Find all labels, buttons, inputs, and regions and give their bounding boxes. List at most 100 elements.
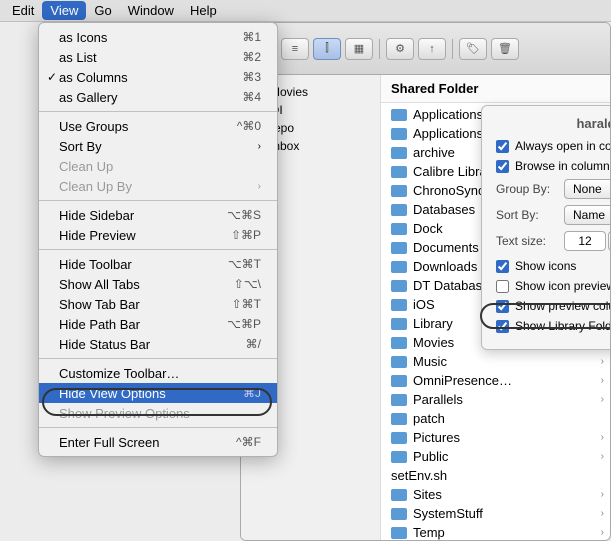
text-size-unit-select[interactable]: ▼ [608,231,610,251]
menu-item-sort-by[interactable]: Sort By › [39,136,277,156]
menu-item-label: Hide Sidebar [59,208,227,223]
folder-icon [391,508,407,520]
folder-icon [391,280,407,292]
menu-item-clean-up[interactable]: Clean Up [39,156,277,176]
menu-item-show-preview-options[interactable]: Show Preview Options [39,403,277,423]
menu-item-show-all-tabs[interactable]: Show All Tabs ⇧⌥\ [39,274,277,294]
browse-checkbox[interactable] [496,160,509,173]
always-open-checkbox[interactable] [496,140,509,153]
menu-help[interactable]: Help [182,1,225,20]
arrow-right-icon: › [601,451,604,462]
toolbar-tag-btn[interactable]: 🏷 [459,38,487,60]
menu-item-use-groups[interactable]: Use Groups ^⌘0 [39,116,277,136]
sort-by-select[interactable]: Name Kind Date Modified [564,205,610,225]
show-library-folder-checkbox[interactable] [496,320,509,333]
menu-item-label: as Gallery [59,90,242,105]
toolbar-list-btn[interactable]: ≡ [281,38,309,60]
shortcut-label: ⌘J [243,386,261,400]
col-item-label: Sites [413,487,442,502]
menu-item-hide-path-bar[interactable]: Hide Path Bar ⌥⌘P [39,314,277,334]
shortcut-label: ⌘/ [246,337,261,351]
menu-item-label: as Icons [59,30,242,45]
toolbar-sep-1 [379,39,380,59]
show-icon-preview-label: Show icon preview [515,279,610,293]
toolbar-column-btn[interactable]: ⫿ [313,38,341,60]
col-item-label: Temp [413,525,445,540]
folder-icon [391,223,407,235]
menu-item-enter-full-screen[interactable]: Enter Full Screen ^⌘F [39,432,277,452]
menu-item-label: Customize Toolbar… [59,366,261,381]
menu-item-as-list[interactable]: as List ⌘2 [39,47,277,67]
menu-item-label: Hide Preview [59,228,231,243]
show-icons-checkbox[interactable] [496,260,509,273]
menu-item-label: Hide Toolbar [59,257,228,272]
folder-icon [391,147,407,159]
menu-window[interactable]: Window [120,1,182,20]
menu-item-customize-toolbar[interactable]: Customize Toolbar… [39,363,277,383]
show-preview-column-checkbox[interactable] [496,300,509,313]
menu-item-show-tab-bar[interactable]: Show Tab Bar ⇧⌘T [39,294,277,314]
menu-item-label: Hide Status Bar [59,337,246,352]
shortcut-label: ⌥⌘S [227,208,261,222]
column-view-options-panel: harald Always open in column view Browse… [481,105,610,350]
col-item-label: iOS [413,297,435,312]
arrow-right-icon: › [601,489,604,500]
table-row[interactable]: Parallels › [381,390,610,409]
view-menu-dropdown: as Icons ⌘1 as List ⌘2 ✓ as Columns ⌘3 a… [38,22,278,457]
arrow-right-icon: › [601,508,604,519]
menu-edit[interactable]: Edit [4,1,42,20]
col-item-label: archive [413,145,455,160]
menu-item-hide-sidebar[interactable]: Hide Sidebar ⌥⌘S [39,205,277,225]
menu-separator [39,358,277,359]
menu-item-label: Clean Up [59,159,261,174]
show-icons-label: Show icons [515,259,576,273]
show-preview-column-label: Show preview column [515,299,610,313]
table-row[interactable]: OmniPresence… › [381,371,610,390]
menu-separator [39,111,277,112]
table-row[interactable]: Pictures › [381,428,610,447]
menu-item-label: Clean Up By [59,179,258,194]
menu-item-label: Hide View Options [59,386,243,401]
table-row[interactable]: Music › [381,352,610,371]
menu-item-label: Enter Full Screen [59,435,236,450]
always-open-label: Always open in column view [515,139,610,153]
folder-icon [391,128,407,140]
folder-icon [391,318,407,330]
show-icon-preview-checkbox[interactable] [496,280,509,293]
col-item-label: Downloads [413,259,477,274]
menu-item-clean-up-by[interactable]: Clean Up By › [39,176,277,196]
menu-item-as-gallery[interactable]: as Gallery ⌘4 [39,87,277,107]
menu-item-hide-preview[interactable]: Hide Preview ⇧⌘P [39,225,277,245]
arrow-right-icon: › [601,375,604,386]
menu-item-hide-toolbar[interactable]: Hide Toolbar ⌥⌘T [39,254,277,274]
folder-icon [391,299,407,311]
text-size-label: Text size: [496,234,556,248]
text-size-row: Text size: 12 ▼ [496,231,610,251]
shortcut-label: ⌘1 [242,30,261,44]
menu-item-hide-status-bar[interactable]: Hide Status Bar ⌘/ [39,334,277,354]
folder-icon [391,394,407,406]
folder-icon [391,109,407,121]
menu-view[interactable]: View [42,1,86,20]
table-row[interactable]: patch [381,409,610,428]
group-by-select[interactable]: None Kind Date Modified [564,179,610,199]
col-item-label: SystemStuff [413,506,483,521]
table-row[interactable]: Sites › [381,485,610,504]
menu-go[interactable]: Go [86,1,119,20]
toolbar-view-options-btn[interactable]: ⚙ [386,38,414,60]
show-icon-preview-row: Show icon preview [496,279,610,293]
table-row[interactable]: setEnv.sh [381,466,610,485]
table-row[interactable]: Temp › [381,523,610,540]
menu-item-as-columns[interactable]: ✓ as Columns ⌘3 [39,67,277,87]
table-row[interactable]: Public › [381,447,610,466]
menu-item-as-icons[interactable]: as Icons ⌘1 [39,27,277,47]
text-size-input[interactable]: 12 [564,231,606,251]
toolbar-delete-btn[interactable]: 🗑 [491,38,519,60]
toolbar-share-btn[interactable]: ↑ [418,38,446,60]
toolbar-gallery-btn[interactable]: ▦ [345,38,373,60]
show-icons-row: Show icons [496,259,610,273]
menu-item-label: Show Preview Options [59,406,261,421]
menu-item-hide-view-options[interactable]: Hide View Options ⌘J [39,383,277,403]
col-item-label: patch [413,411,445,426]
table-row[interactable]: SystemStuff › [381,504,610,523]
